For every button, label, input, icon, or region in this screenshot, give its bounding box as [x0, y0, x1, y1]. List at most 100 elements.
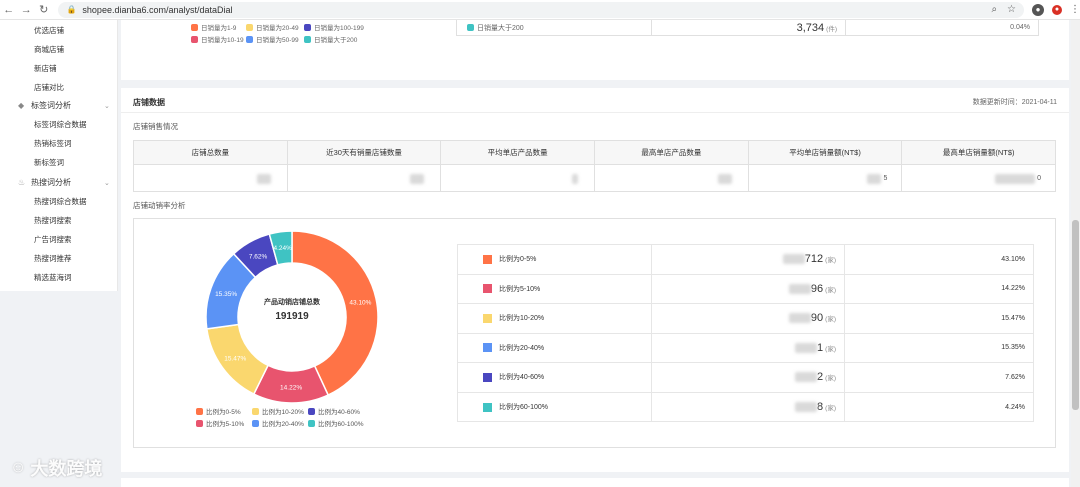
- blurred-value: [788, 283, 811, 294]
- sidebar-item-hot-search-overview[interactable]: 热搜词综合数据: [34, 196, 87, 207]
- divider: [121, 112, 1069, 113]
- ratio-pct-cell: 43.10%: [844, 245, 1033, 274]
- store-data-card: 店铺数据 数据更新时间：2021-04-11 店铺销售情况 店铺总数量 近30天…: [121, 88, 1069, 472]
- ratio-label-cell: 比例为60-100%: [458, 393, 651, 423]
- legend-swatch: [252, 407, 259, 415]
- store-count-cell: 2 (家): [651, 363, 844, 392]
- daily-sales-table-row: 日销量大于200 3,734 (件) 0.04%: [456, 20, 1039, 36]
- legend-label: 比例为5-10%: [206, 421, 245, 428]
- store-count: 712: [804, 253, 824, 266]
- table-row: 比例为20-40% 1 (家) 15.35%: [458, 333, 1033, 363]
- sidebar-item-hot-search-recommend[interactable]: 热搜词推荐: [34, 253, 72, 264]
- ratio-label: 比例为40-60%: [499, 374, 545, 382]
- sidebar-group-tag-analysis[interactable]: ◆ 标签词分析 ⌄: [18, 100, 118, 111]
- store-sales-table: 店铺总数量 近30天有销量店铺数量 平均单店产品数量 最高单店产品数量 平均单店…: [133, 140, 1056, 192]
- page-scrollbar[interactable]: [1071, 20, 1080, 487]
- legend-swatch: [308, 407, 315, 415]
- legend-swatch: [196, 407, 203, 415]
- ratio-pct-cell: 15.47%: [844, 304, 1033, 333]
- store-count: 1: [817, 341, 824, 354]
- address-bar[interactable]: 🔒 shopee.dianba6.com/analyst/dataDial ⌕ …: [58, 1, 1025, 18]
- section-title: 店铺数据: [133, 98, 165, 107]
- donut-center-value: 191919: [275, 311, 309, 322]
- legend-item[interactable]: 比例为0-5%: [196, 405, 252, 417]
- legend-label: 日销量为10-19: [201, 37, 244, 44]
- store-count-unit: (家): [825, 286, 836, 294]
- legend-item: 日销量为20-49: [246, 22, 299, 32]
- legend-item[interactable]: 比例为40-60%: [308, 405, 364, 417]
- store-count: 90: [810, 312, 824, 325]
- sidebar-group-hot-search-analysis[interactable]: ♨ 热搜词分析 ⌄: [18, 177, 118, 188]
- header-cell: 最高单店产品数量: [595, 141, 749, 164]
- legend-label: 日销量为100-199: [314, 25, 364, 32]
- donut-center-label: 产品动销店铺总数: [264, 299, 320, 306]
- sidebar-item-mall-stores[interactable]: 商城店铺: [34, 44, 64, 55]
- ratio-swatch: [483, 343, 492, 353]
- legend-item[interactable]: 比例为10-20%: [252, 405, 308, 417]
- legend-swatch: [246, 23, 253, 31]
- extension-icon[interactable]: ●: [1052, 4, 1063, 15]
- legend-item[interactable]: 比例为5-10%: [196, 417, 252, 429]
- sidebar-item-new-stores[interactable]: 新店铺: [34, 63, 57, 74]
- value-tail: 0: [1037, 175, 1042, 182]
- star-icon[interactable]: ☆: [1007, 4, 1016, 15]
- store-count-unit: (家): [825, 257, 836, 265]
- table-row: 比例为0-5% 712 (家) 43.10%: [458, 245, 1033, 275]
- slice-label: 14.22%: [280, 384, 302, 391]
- legend-item[interactable]: 比例为60-100%: [308, 417, 364, 429]
- next-card: [121, 478, 1069, 487]
- zoom-icon[interactable]: ⌕: [991, 4, 997, 15]
- ratio-label-cell: 比例为20-40%: [458, 334, 651, 363]
- value-cell: [134, 165, 288, 192]
- store-count-cell: 8 (家): [651, 392, 844, 422]
- value-cell: 0: [902, 165, 1055, 192]
- chevron-down-icon: ⌄: [104, 102, 110, 110]
- legend-swatch: [308, 419, 315, 427]
- scroll-thumb[interactable]: [1072, 220, 1079, 410]
- store-count: 2: [817, 371, 824, 384]
- ratio-swatch: [483, 372, 492, 382]
- table-header: 店铺总数量 近30天有销量店铺数量 平均单店产品数量 最高单店产品数量 平均单店…: [134, 141, 1055, 165]
- forward-icon[interactable]: →: [17, 1, 34, 19]
- blurred-value: [410, 173, 425, 184]
- legend-swatch: [246, 35, 253, 43]
- ratio-label-cell: 比例为10-20%: [458, 304, 651, 333]
- slice-label: 4.24%: [273, 245, 292, 252]
- reload-icon[interactable]: ↻: [35, 1, 52, 19]
- legend-label: 比例为60-100%: [318, 421, 364, 428]
- row-swatch: [467, 24, 474, 31]
- ratio-pct-cell: 4.24%: [844, 392, 1033, 422]
- ratio-swatch: [483, 313, 492, 323]
- lock-icon: 🔒: [66, 5, 77, 14]
- ratio-pct-cell: 14.22%: [844, 274, 1033, 303]
- value-cell: [595, 165, 749, 192]
- table-row: 比例为60-100% 8 (家) 4.24%: [458, 392, 1033, 423]
- store-count-unit: (家): [825, 345, 836, 353]
- more-menu-icon[interactable]: ⋮: [1070, 4, 1080, 15]
- url-text: shopee.dianba6.com/analyst/dataDial: [82, 4, 233, 15]
- sidebar-item-preferred-stores[interactable]: 优选店铺: [34, 25, 64, 36]
- legend-label: 日销量为1-9: [201, 25, 237, 32]
- legend-label: 比例为0-5%: [206, 409, 241, 416]
- legend-swatch: [191, 35, 198, 43]
- sidebar-item-tag-overview[interactable]: 标签词综合数据: [34, 119, 87, 130]
- back-icon[interactable]: ←: [0, 1, 17, 19]
- legend-swatch: [191, 23, 198, 31]
- turnover-distribution-table: 比例为0-5% 712 (家) 43.10% 比例为5-10% 96 (家) 14.22% 比例…: [457, 244, 1034, 422]
- sidebar-item-hot-search-query[interactable]: 热搜词搜索: [34, 215, 72, 226]
- blurred-value: [795, 402, 818, 413]
- ratio-label: 比例为10-20%: [499, 315, 545, 323]
- header-cell: 平均单店销量额(NT$): [749, 141, 903, 164]
- ratio-pct: 15.35%: [1001, 344, 1025, 352]
- sidebar-item-ad-word-search[interactable]: 广告词搜索: [34, 234, 72, 245]
- blurred-value: [995, 173, 1036, 184]
- sidebar-item-blue-ocean-words[interactable]: 精选蓝海词: [34, 272, 72, 283]
- legend-swatch: [196, 419, 203, 427]
- sidebar-item-new-tags[interactable]: 新标签词: [34, 157, 64, 168]
- sidebar-item-store-compare[interactable]: 店铺对比: [34, 82, 64, 93]
- ratio-label: 比例为5-10%: [499, 285, 541, 293]
- legend-item[interactable]: 比例为20-40%: [252, 417, 308, 429]
- sidebar: 优选店铺 商城店铺 新店铺 店铺对比 ◆ 标签词分析 ⌄ 标签词综合数据 热销标…: [0, 20, 118, 291]
- sidebar-item-hot-tags[interactable]: 热销标签词: [34, 138, 72, 149]
- profile-avatar-icon[interactable]: ●: [1032, 3, 1045, 16]
